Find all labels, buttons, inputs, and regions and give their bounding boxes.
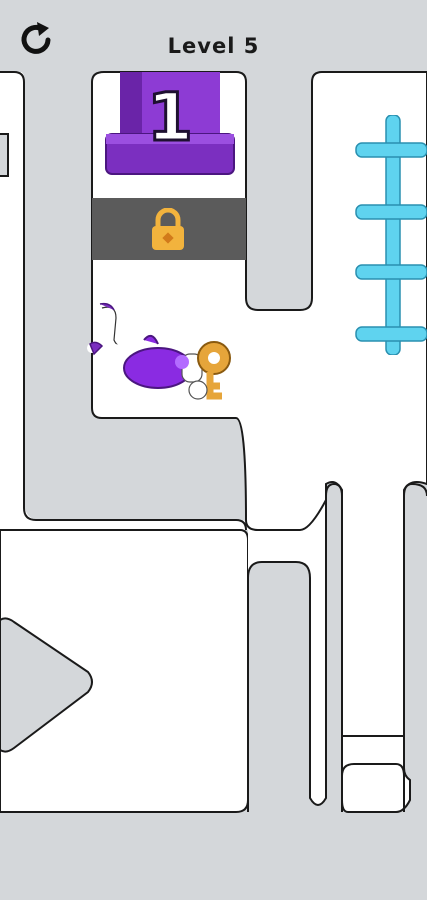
right-corridor: [341, 735, 411, 813]
padlock-icon: [152, 208, 184, 250]
level-title: Level 5: [167, 34, 260, 58]
goal-pedestal: 1: [104, 72, 236, 178]
purple-character-icon[interactable]: [86, 300, 246, 412]
ladder-icon: [355, 115, 427, 355]
wall-outline-gate: [0, 133, 9, 177]
locked-door: [92, 198, 246, 260]
pedestal-number: 1: [146, 78, 195, 158]
